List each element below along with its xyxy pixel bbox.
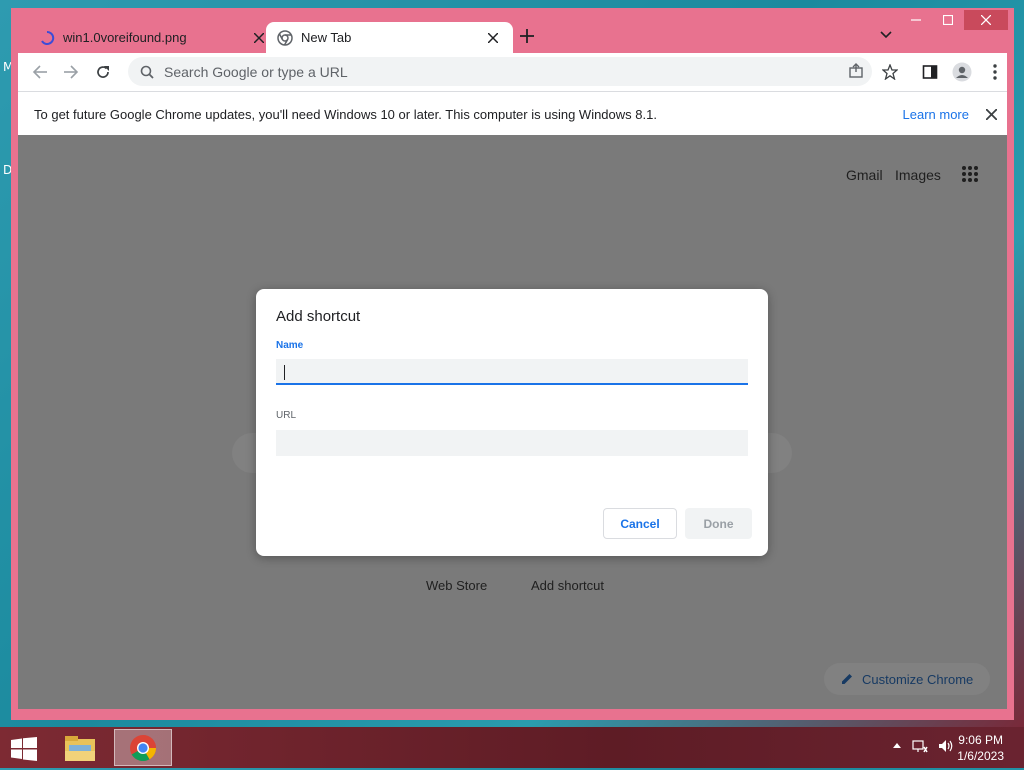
taskbar: 9:06 PM 1/6/2023 [0,727,1024,768]
network-icon [912,740,928,753]
shortcut-web-store[interactable]: Web Store [426,578,487,593]
google-apps-button[interactable] [961,165,981,185]
chevron-up-icon [893,743,901,748]
name-label: Name [276,340,304,351]
loading-spinner-icon [41,30,55,45]
learn-more-link[interactable]: Learn more [903,107,969,122]
system-tray [892,739,954,756]
speaker-icon [939,740,953,752]
reload-button[interactable] [93,62,113,82]
chrome-taskbar-button[interactable] [114,729,172,766]
forward-button[interactable] [61,62,81,82]
window-controls [900,10,1008,30]
omnibox[interactable] [128,57,872,86]
chrome-logo-icon [130,734,157,761]
close-icon [981,15,991,25]
folder-icon [65,736,95,761]
chevron-down-icon [880,31,892,39]
infobar-message: To get future Google Chrome updates, you… [34,106,657,122]
back-arrow-icon [32,65,47,79]
shortcut-add-shortcut[interactable]: Add shortcut [531,578,604,593]
close-icon [985,108,997,120]
reload-icon [97,66,109,78]
gmail-link[interactable]: Gmail [846,167,883,183]
minimize-button[interactable] [900,10,932,30]
add-shortcut-dialog: Add shortcut Name URL Cancel Done [256,289,768,556]
customize-chrome-label: Customize Chrome [862,671,974,687]
kebab-menu-icon [993,64,997,80]
url-field[interactable] [276,430,748,456]
name-field[interactable] [276,359,748,385]
start-button[interactable] [10,737,38,761]
bookmark-star-button[interactable] [880,62,900,82]
network-tray-icon[interactable] [912,739,928,756]
new-tab-button[interactable] [517,26,537,46]
tab-new-tab[interactable]: New Tab [266,22,513,53]
tab-win1-png[interactable]: win1.0voreifound.png [29,22,279,53]
avatar-icon [952,62,972,82]
update-infobar: To get future Google Chrome updates, you… [18,91,1007,136]
share-button[interactable] [848,63,864,84]
text-caret [284,365,285,380]
taskbar-clock[interactable]: 9:06 PM 1/6/2023 [957,732,1004,764]
clock-date: 1/6/2023 [957,749,1004,763]
toolbar [18,53,1007,91]
windows-logo-icon [11,737,37,761]
side-panel-icon [922,65,938,79]
share-icon [849,63,863,78]
infobar-close-button[interactable] [983,106,999,122]
forward-arrow-icon [64,65,79,79]
volume-tray-icon[interactable] [938,739,954,756]
tab-title: New Tab [301,30,352,45]
customize-chrome-button[interactable]: Customize Chrome [824,663,990,695]
star-icon [882,64,898,80]
clock-time: 9:06 PM [958,733,1003,747]
file-explorer-taskbar-button[interactable] [62,731,98,765]
apps-grid-icon [962,166,978,182]
back-button[interactable] [30,62,50,82]
plus-icon [520,29,534,43]
maximize-button[interactable] [932,10,964,30]
chrome-icon [277,29,293,46]
close-window-button[interactable] [964,10,1008,30]
images-link[interactable]: Images [895,167,941,183]
close-icon [488,32,498,43]
search-icon [140,65,154,79]
done-button[interactable]: Done [685,508,752,539]
tab-close-button[interactable] [251,30,267,46]
show-hidden-icons-button[interactable] [892,739,902,756]
url-label: URL [276,410,297,421]
dialog-title: Add shortcut [276,308,361,325]
close-icon [254,32,264,43]
pencil-icon [842,674,852,684]
side-panel-button[interactable] [920,62,940,82]
tab-title: win1.0voreifound.png [63,30,187,45]
profile-button[interactable] [952,62,972,82]
minimize-icon [911,19,921,21]
omnibox-input[interactable] [162,62,766,81]
tab-search-button[interactable] [877,26,895,44]
maximize-icon [943,15,953,25]
tab-close-button[interactable] [485,30,501,46]
cancel-button[interactable]: Cancel [603,508,677,539]
menu-button[interactable] [985,62,1005,82]
